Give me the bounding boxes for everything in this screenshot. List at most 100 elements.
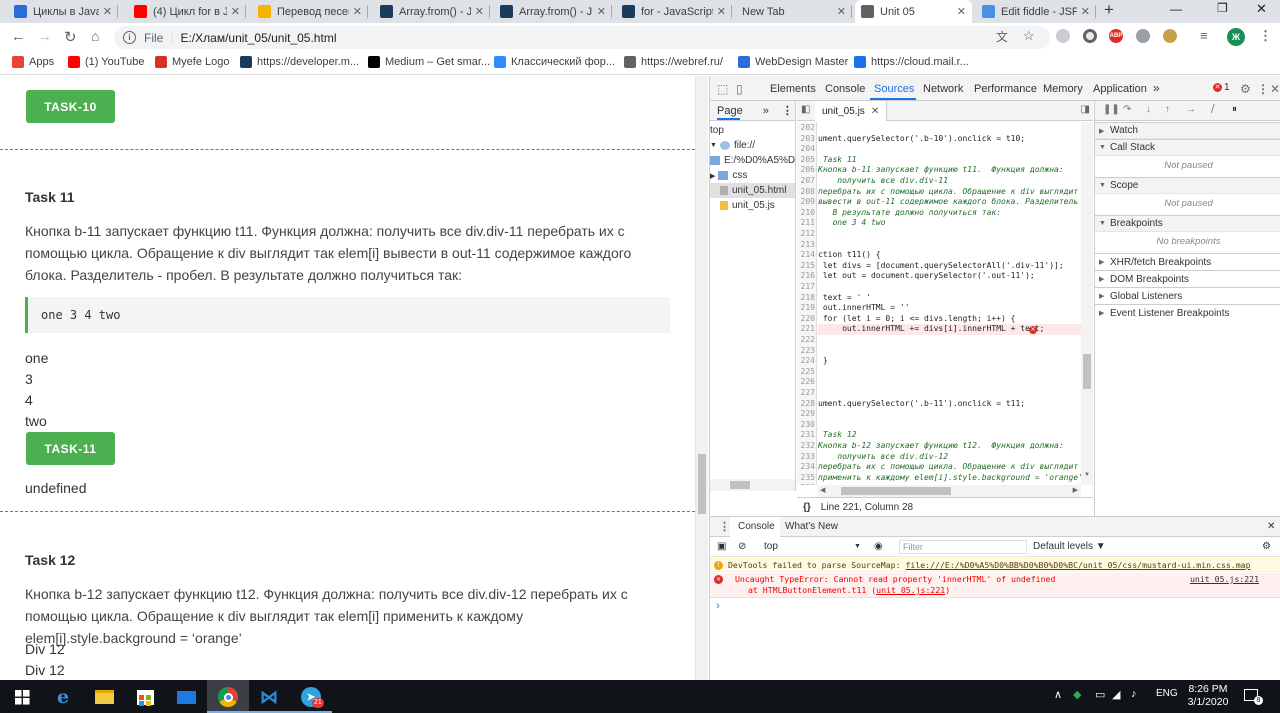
console-prompt[interactable]: › — [716, 600, 720, 612]
code-line[interactable]: 214 ction t11() { — [797, 250, 1081, 261]
code-line[interactable]: 225 — [797, 367, 1081, 378]
forward-button[interactable]: → — [37, 28, 52, 45]
code-line[interactable]: 233 получить все div.div-12 — [797, 452, 1081, 463]
line-number[interactable]: 219 — [797, 303, 815, 314]
code-line[interactable]: 208 перебрать их с помощью цикла. Обращен… — [797, 187, 1081, 198]
browser-tab[interactable]: for - JavaScript ✕ — [616, 0, 732, 23]
line-number[interactable]: 209 — [797, 197, 815, 208]
close-tab-icon[interactable]: ✕ — [353, 5, 362, 18]
code-line[interactable]: 209 вывести в out-11 содержимое каждого б… — [797, 197, 1081, 208]
new-tab-button[interactable]: + — [1104, 0, 1114, 20]
editor-hscroll[interactable]: ◀ ▶ — [817, 485, 1081, 497]
close-tab-icon[interactable]: ✕ — [837, 5, 846, 18]
debugger-section-header[interactable]: ▼ Scope — [1095, 177, 1280, 194]
line-number[interactable]: 210 — [797, 208, 815, 219]
line-number[interactable]: 221 — [797, 324, 815, 335]
bookmark-item[interactable]: https://developer.m... — [240, 56, 359, 68]
clear-console-icon[interactable]: ⊘ — [738, 541, 746, 552]
line-number[interactable]: 222 — [797, 335, 815, 346]
drawer-tab-whats-new[interactable]: What's New — [785, 521, 838, 532]
editor-file-tab[interactable]: unit_05.js ✕ — [815, 101, 888, 121]
minimize-button[interactable]: — — [1170, 2, 1182, 16]
tray-chevron-icon[interactable]: ∧ — [1054, 688, 1062, 701]
sidebar-toggle-icon[interactable]: ▣ — [717, 541, 726, 552]
line-number[interactable]: 213 — [797, 240, 815, 251]
reload-button[interactable]: ↻ — [64, 28, 77, 46]
avatar[interactable]: Ж — [1227, 28, 1245, 46]
tree-item-folder[interactable]: E:/%D0%A5%D0% — [710, 155, 795, 166]
line-number[interactable]: 228 — [797, 399, 815, 410]
close-tab-icon[interactable]: ✕ — [1081, 5, 1090, 18]
levels-dropdown[interactable]: Default levels ▼ — [1033, 541, 1106, 552]
line-number[interactable]: 216 — [797, 271, 815, 282]
debugger-section-header[interactable]: ▶ Global Listeners — [1095, 287, 1280, 304]
code-line[interactable]: 221 out.innerHTML += divs[i].innerHTML +… — [797, 324, 1081, 335]
shield-extension-icon[interactable] — [1083, 29, 1097, 43]
step-over-icon[interactable]: ↷ — [1123, 104, 1131, 115]
browser-tab[interactable]: Unit 05 ✕ — [855, 0, 972, 23]
more-navigator-icon[interactable]: » — [763, 105, 769, 117]
task11-button[interactable]: TASK-11 — [26, 432, 115, 465]
extension-icon[interactable] — [1056, 29, 1070, 43]
code-line[interactable]: 229 — [797, 409, 1081, 420]
code-line[interactable]: 226 — [797, 377, 1081, 388]
close-file-icon[interactable]: ✕ — [871, 106, 879, 117]
eye-icon[interactable]: ◉ — [874, 541, 883, 552]
bookmark-item[interactable]: WebDesign Master — [738, 56, 848, 68]
battery-tray-icon[interactable]: ◢ — [1112, 688, 1120, 701]
code-line[interactable]: 204 — [797, 144, 1081, 155]
tab-console[interactable]: Console — [825, 83, 865, 95]
line-number[interactable]: 225 — [797, 367, 815, 378]
code-line[interactable]: 230 — [797, 420, 1081, 431]
chrome-icon[interactable] — [217, 686, 239, 708]
line-number[interactable]: 220 — [797, 314, 815, 325]
maximize-button[interactable]: ❐ — [1217, 1, 1228, 15]
tree-item-top[interactable]: top — [710, 125, 724, 136]
store-icon[interactable] — [134, 686, 156, 708]
line-number[interactable]: 232 — [797, 441, 815, 452]
bookmark-item[interactable]: Классический фор... — [494, 56, 615, 68]
navigator-menu-icon[interactable]: ⋮ — [782, 104, 793, 117]
back-button[interactable]: ← — [11, 28, 26, 45]
step-into-icon[interactable]: ↓ — [1146, 104, 1151, 115]
bookmark-item[interactable]: (1) YouTube — [68, 56, 145, 68]
drawer-menu-icon[interactable]: ⋮ — [719, 520, 730, 533]
code-line[interactable]: 202 — [797, 123, 1081, 134]
clock[interactable]: 8:26 PM 3/1/2020 — [1183, 683, 1233, 709]
devtools-menu-icon[interactable]: ⋮ — [1257, 82, 1269, 96]
line-number[interactable]: 207 — [797, 176, 815, 187]
scrollbar-thumb[interactable] — [1083, 354, 1091, 389]
task10-button[interactable]: TASK-10 — [26, 90, 115, 123]
pause-icon[interactable]: ❚❚ — [1103, 104, 1120, 115]
file-explorer-icon[interactable] — [93, 686, 115, 708]
security-tray-icon[interactable]: ◆ — [1073, 688, 1081, 701]
line-number[interactable]: 234 — [797, 462, 815, 473]
line-number[interactable]: 226 — [797, 377, 815, 388]
tree-item-html[interactable]: unit_05.html — [710, 183, 795, 198]
line-number[interactable]: 212 — [797, 229, 815, 240]
address-bar[interactable]: i File | E:/Хлам/unit_05/unit_05.html — [114, 26, 1050, 49]
more-tabs-button[interactable]: » — [1153, 81, 1160, 95]
code-line[interactable]: 219 out.innerHTML = '' — [797, 303, 1081, 314]
pretty-print-icon[interactable]: {} — [803, 502, 811, 513]
vscode-icon[interactable]: ⋈ — [258, 686, 280, 708]
game-extension-icon[interactable] — [1163, 29, 1177, 43]
line-number[interactable]: 229 — [797, 409, 815, 420]
bookmark-star-icon[interactable]: ☆ — [1023, 28, 1035, 44]
line-number[interactable]: 224 — [797, 356, 815, 367]
browser-tab[interactable]: Array.from() - J ✕ — [374, 0, 490, 23]
inspect-icon[interactable]: ⬚ — [717, 82, 728, 96]
browser-tab[interactable]: Edit fiddle - JSF ✕ — [976, 0, 1096, 23]
code-line[interactable]: 216 let out = document.querySelector('.o… — [797, 271, 1081, 282]
tab-page[interactable]: Page — [717, 105, 743, 117]
line-number[interactable]: 230 — [797, 420, 815, 431]
code-line[interactable]: 220 for (let i = 0; i <= divs.length; i+… — [797, 314, 1081, 325]
tab-performance[interactable]: Performance — [974, 83, 1037, 95]
warning-link[interactable]: file:///E:/%D0%A5%D0%BB%D0%B0%D0%BC/unit… — [905, 560, 1250, 570]
error-count[interactable]: 1 — [1224, 82, 1230, 93]
code-line[interactable]: 203 ument.querySelector('.b-10').onclick … — [797, 134, 1081, 145]
page-scrollbar[interactable] — [695, 76, 708, 680]
code-line[interactable]: 207 получить все div.div-11 — [797, 176, 1081, 187]
debugger-section-header[interactable]: ▼ Breakpoints — [1095, 215, 1280, 232]
close-drawer-icon[interactable]: ✕ — [1267, 521, 1275, 532]
